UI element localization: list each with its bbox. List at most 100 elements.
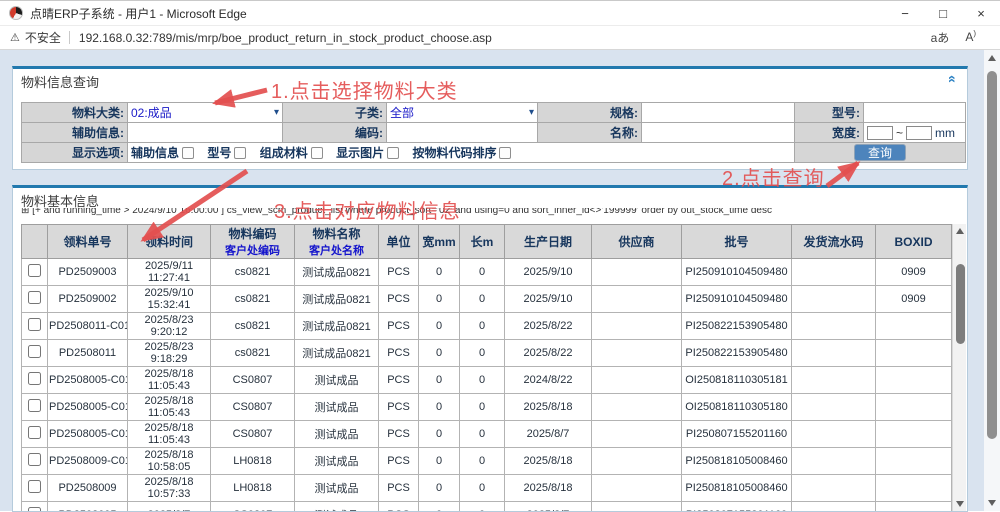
security-label: 不安全 xyxy=(25,29,61,46)
width-range-separator: ~ xyxy=(896,126,903,140)
cell-name: 测试成品 xyxy=(295,475,379,502)
row-checkbox[interactable] xyxy=(28,264,41,277)
cell-supplier xyxy=(592,502,682,512)
code-input[interactable] xyxy=(390,125,534,141)
model-input[interactable] xyxy=(867,105,962,121)
address-bar[interactable]: ⚠ 不安全 192.168.0.32:789/mis/mrp/boe_produ… xyxy=(0,26,1000,50)
scroll-down-icon[interactable] xyxy=(953,497,966,511)
cell-prod-date: 2025/8/18 xyxy=(505,394,592,421)
table-row[interactable]: PD2508011-C01 2025/8/239:20:12 cs0821 测试… xyxy=(22,313,952,340)
read-aloud-icon[interactable]: A) xyxy=(965,29,976,46)
cell-unit: PCS xyxy=(379,340,419,367)
row-checkbox[interactable] xyxy=(28,507,41,511)
row-checkbox[interactable] xyxy=(28,453,41,466)
header-name: 物料名称客户处名称 xyxy=(295,225,379,259)
row-checkbox[interactable] xyxy=(28,318,41,331)
checkbox-sort-by-code[interactable] xyxy=(499,147,511,159)
cell-checkbox xyxy=(22,502,48,512)
material-category-select[interactable]: 02:成品 ▾ xyxy=(131,104,279,121)
row-checkbox[interactable] xyxy=(28,345,41,358)
cell-length: 0 xyxy=(460,475,505,502)
row-checkbox[interactable] xyxy=(28,291,41,304)
cell-name: 测试成品 xyxy=(295,502,379,512)
cell-width: 0 xyxy=(419,421,460,448)
query-form: 物料大类: 02:成品 ▾ 子类: 全部 ▾ 规格: 型号: xyxy=(21,102,966,163)
page-scroll-up-icon[interactable] xyxy=(984,50,1000,66)
checkbox-show-image[interactable] xyxy=(387,147,399,159)
cell-width: 0 xyxy=(419,475,460,502)
table-row[interactable]: PD2508005-C01 2025/8/1811:05:43 CS0807 测… xyxy=(22,394,952,421)
table-row[interactable]: PD2508005 2025/8/7 CS0807 测试成品 PCS 0 0 2… xyxy=(22,502,952,512)
table-row[interactable]: PD2509003 2025/9/1111:27:41 cs0821 测试成品0… xyxy=(22,259,952,286)
table-row[interactable]: PD2508011 2025/8/239:18:29 cs0821 测试成品08… xyxy=(22,340,952,367)
cell-order-no: PD2508005-C01 xyxy=(48,367,128,394)
cell-code: CS0807 xyxy=(211,502,295,512)
search-button[interactable]: 查询 xyxy=(854,144,906,161)
collapse-panel-icon[interactable]: « xyxy=(946,75,960,83)
table-row[interactable]: PD2509002 2025/9/1015:32:41 cs0821 测试成品0… xyxy=(22,286,952,313)
maximize-icon[interactable]: □ xyxy=(924,1,962,25)
minimize-icon[interactable]: − xyxy=(886,1,924,25)
checkbox-aux-info[interactable] xyxy=(182,147,194,159)
spec-input[interactable] xyxy=(645,105,791,121)
cell-length: 0 xyxy=(460,313,505,340)
cell-supplier xyxy=(592,340,682,367)
row-checkbox[interactable] xyxy=(28,372,41,385)
cell-unit: PCS xyxy=(379,448,419,475)
row-checkbox[interactable] xyxy=(28,480,41,493)
subcategory-select[interactable]: 全部 ▾ xyxy=(390,104,534,121)
url-text[interactable]: 192.168.0.32:789/mis/mrp/boe_product_ret… xyxy=(79,31,931,45)
table-row[interactable]: PD2508005-C01 2025/8/1811:05:43 CS0807 测… xyxy=(22,421,952,448)
page-scrollbar-thumb[interactable] xyxy=(987,71,997,439)
table-row[interactable]: PD2508009 2025/8/1810:57:33 LH0818 测试成品 … xyxy=(22,475,952,502)
cell-order-no: PD2509002 xyxy=(48,286,128,313)
cell-order-no: PD2508005 xyxy=(48,502,128,512)
cell-order-no: PD2508009 xyxy=(48,475,128,502)
scroll-up-icon[interactable] xyxy=(953,224,966,238)
cell-batch-no: PI250818105008460 xyxy=(682,448,792,475)
table-scrollbar-thumb[interactable] xyxy=(956,264,965,344)
cell-width: 0 xyxy=(419,394,460,421)
cell-checkbox xyxy=(22,421,48,448)
cell-ship-serial xyxy=(792,448,876,475)
cell-code: cs0821 xyxy=(211,313,295,340)
cell-ship-serial xyxy=(792,286,876,313)
header-checkbox-col xyxy=(22,225,48,259)
translate-icon[interactable]: aあ xyxy=(931,29,950,46)
cell-width: 0 xyxy=(419,502,460,512)
cell-prod-date: 2025/8/18 xyxy=(505,448,592,475)
debug-sql-line: ⊞ [+ and running_time > 2024/9/10 16:00:… xyxy=(21,208,959,221)
cell-ship-serial xyxy=(792,502,876,512)
row-checkbox[interactable] xyxy=(28,399,41,412)
table-row[interactable]: PD2508005-C01 2025/8/1811:05:43 CS0807 测… xyxy=(22,367,952,394)
page-scroll-down-icon[interactable] xyxy=(984,495,1000,511)
checkbox-materials[interactable] xyxy=(311,147,323,159)
cell-boxid: 0909 xyxy=(876,259,952,286)
cell-order-no: PD2508005-C01 xyxy=(48,394,128,421)
row-checkbox[interactable] xyxy=(28,426,41,439)
cell-batch-no: OI250818110305181 xyxy=(682,367,792,394)
aux-info-input[interactable] xyxy=(131,125,279,141)
table-row[interactable]: PD2508009-C01 2025/8/1810:58:05 LH0818 测… xyxy=(22,448,952,475)
cell-name: 测试成品 xyxy=(295,448,379,475)
cell-batch-no: PI250818105008460 xyxy=(682,475,792,502)
cell-prod-date: 2025/8/22 xyxy=(505,340,592,367)
width-from-input[interactable] xyxy=(867,126,893,140)
cell-length: 0 xyxy=(460,421,505,448)
page-scrollbar[interactable] xyxy=(984,50,1000,511)
cell-length: 0 xyxy=(460,286,505,313)
name-input[interactable] xyxy=(645,125,791,141)
expand-icon: ⊞ xyxy=(21,208,29,216)
checkbox-model[interactable] xyxy=(234,147,246,159)
window-titlebar: 点晴ERP子系统 - 用户1 - Microsoft Edge − □ × xyxy=(0,0,1000,26)
cell-boxid xyxy=(876,313,952,340)
cell-req-time: 2025/8/1810:58:05 xyxy=(128,448,211,475)
material-table-wrap: 领料单号 领料时间 物料编码客户处编码 物料名称客户处名称 单位 宽mm 长m … xyxy=(21,224,966,511)
width-to-input[interactable] xyxy=(906,126,932,140)
cell-name: 测试成品 xyxy=(295,367,379,394)
cell-code: cs0821 xyxy=(211,259,295,286)
cell-width: 0 xyxy=(419,286,460,313)
table-scrollbar[interactable] xyxy=(952,224,966,511)
cell-length: 0 xyxy=(460,367,505,394)
close-icon[interactable]: × xyxy=(962,1,1000,25)
